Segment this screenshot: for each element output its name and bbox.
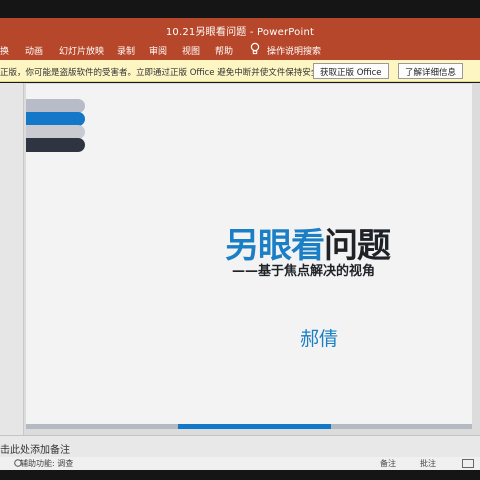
window-title: 10.21另眼看问题 - PowerPoint <box>165 27 315 38</box>
title-bar: 10.21另眼看问题 - PowerPoint <box>0 18 480 40</box>
tab-slideshow[interactable]: 幻灯片放映 <box>59 44 104 57</box>
normal-view-icon[interactable] <box>462 459 474 468</box>
photo-border-top <box>0 0 480 18</box>
notes-toggle-button[interactable]: 备注 <box>380 458 396 469</box>
lightbulb-icon[interactable] <box>249 42 261 56</box>
tab-animations[interactable]: 动画 <box>25 44 43 57</box>
genuine-office-notice: 正版，你可能是盗版软件的受害者。立即通过正版 Office 避免中断并使文件保持… <box>0 60 480 82</box>
comments-button[interactable]: 批注 <box>420 458 436 469</box>
notice-message: 正版，你可能是盗版软件的受害者。立即通过正版 Office 避免中断并使文件保持… <box>0 68 328 78</box>
thumbnail-pane[interactable] <box>0 83 24 435</box>
slide-canvas[interactable]: 另眼看问题 ——基于焦点解决的视角 郝倩 <box>26 84 472 428</box>
slide-progress-bar <box>26 424 472 429</box>
learn-more-button[interactable]: 了解详细信息 <box>398 63 464 79</box>
slide-subtitle[interactable]: ——基于焦点解决的视角 <box>232 260 375 279</box>
decor-bar-light <box>26 125 85 139</box>
get-genuine-office-button[interactable]: 获取正版 Office <box>313 63 389 79</box>
slide-author[interactable]: 郝倩 <box>300 324 338 351</box>
photo-border-bottom <box>0 470 480 480</box>
accessibility-status[interactable]: 辅助功能: 调查 <box>20 458 73 469</box>
tab-record[interactable]: 录制 <box>117 44 135 57</box>
tab-transitions[interactable]: 换 <box>0 44 9 57</box>
decor-bar-blue <box>26 112 85 126</box>
ribbon-tabs: 换 动画 幻灯片放映 录制 审阅 视图 帮助 操作说明搜索 <box>0 40 480 60</box>
notes-pane[interactable]: 击此处添加备注 <box>0 435 480 457</box>
tab-view[interactable]: 视图 <box>182 44 200 57</box>
slide-progress-fill <box>178 424 331 429</box>
status-bar: 辅助功能: 调查 备注 批注 <box>0 457 480 470</box>
tab-help[interactable]: 帮助 <box>215 44 233 57</box>
tell-me-search[interactable]: 操作说明搜索 <box>267 44 321 57</box>
decor-bar-dark <box>26 138 85 152</box>
decor-bar-gray <box>26 99 85 113</box>
tab-review[interactable]: 审阅 <box>149 44 167 57</box>
notes-placeholder[interactable]: 击此处添加备注 <box>0 441 70 456</box>
